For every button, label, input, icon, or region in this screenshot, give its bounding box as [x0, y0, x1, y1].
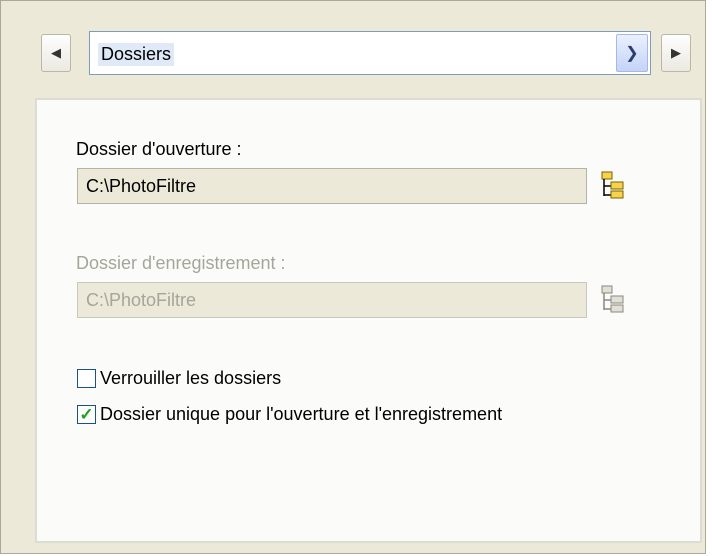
dropdown-arrow-button[interactable]: ❯	[616, 34, 648, 72]
lock-folders-checkbox[interactable]	[77, 369, 96, 388]
folder-tree-icon[interactable]	[598, 170, 626, 200]
save-folder-field: C:\PhotoFiltre	[77, 282, 587, 318]
chevron-down-icon: ❯	[625, 45, 639, 62]
category-dropdown[interactable]: Dossiers ❯	[89, 31, 651, 75]
lock-folders-label[interactable]: Verrouiller les dossiers	[100, 368, 281, 389]
save-folder-label: Dossier d'enregistrement :	[76, 253, 286, 273]
prev-category-button[interactable]: ◀	[41, 34, 71, 72]
next-category-button[interactable]: ▶	[661, 34, 691, 72]
folder-tree-icon	[601, 285, 624, 313]
open-folder-label: Dossier d'ouverture :	[76, 139, 242, 159]
checkmark-icon: ✓	[79, 405, 94, 424]
chevron-right-icon: ▶	[671, 45, 681, 60]
open-folder-field[interactable]: C:\PhotoFiltre	[77, 168, 587, 204]
settings-panel: Dossier d'ouverture : C:\PhotoFiltre Dos…	[35, 98, 702, 543]
single-folder-label[interactable]: Dossier unique pour l'ouverture et l'enr…	[100, 404, 502, 425]
preferences-window: ◀ Dossiers ❯ ▶ Dossier d'ouverture : C:\…	[0, 0, 706, 554]
category-selected-value: Dossiers	[98, 43, 175, 66]
single-folder-checkbox[interactable]: ✓	[77, 405, 96, 424]
chevron-left-icon: ◀	[51, 45, 61, 60]
